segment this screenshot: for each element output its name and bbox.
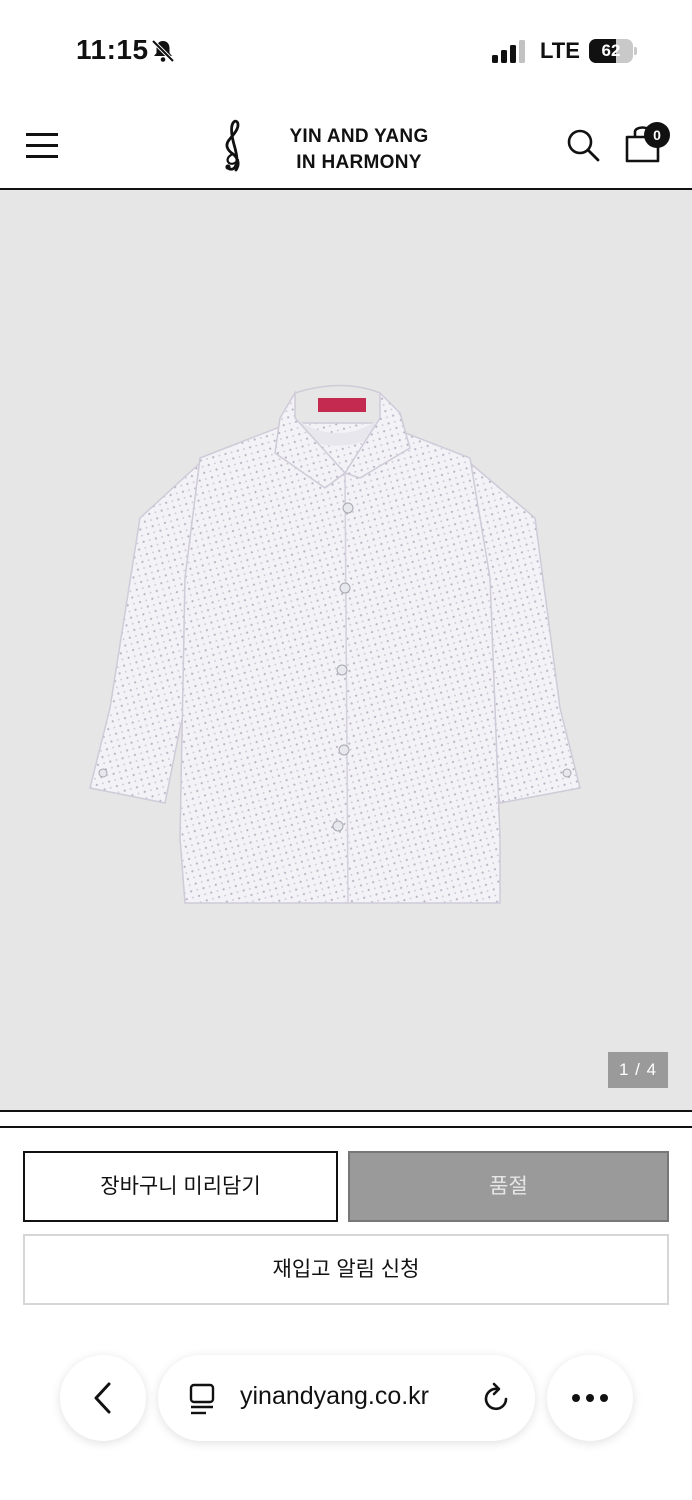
battery-indicator: 62 <box>589 39 637 63</box>
search-icon[interactable] <box>566 128 600 162</box>
add-to-cart-preview-button[interactable]: 장바구니 미리담기 <box>23 1151 338 1222</box>
logo-line-1: YIN AND YANG <box>289 126 429 147</box>
back-button[interactable] <box>60 1355 146 1441</box>
logo-line-2: IN HARMONY <box>296 152 422 173</box>
product-image-gallery[interactable]: 1 / 4 <box>0 190 692 1112</box>
browser-toolbar: yinandyang.co.kr <box>0 1340 692 1500</box>
more-icon <box>572 1394 608 1402</box>
treble-clef-logo-icon <box>225 119 240 172</box>
site-header: YIN AND YANG IN HARMONY 0 <box>0 100 692 190</box>
address-bar[interactable]: yinandyang.co.kr <box>158 1355 535 1441</box>
restock-alert-button[interactable]: 재입고 알림 신청 <box>23 1234 669 1305</box>
logo-text: YIN AND YANG IN HARMONY <box>274 124 444 176</box>
sold-out-button[interactable]: 품절 <box>348 1151 669 1222</box>
battery-level: 62 <box>601 41 621 60</box>
status-bar: 11:15 LTE 62 <box>0 0 692 100</box>
site-logo[interactable]: YIN AND YANG IN HARMONY <box>214 118 444 174</box>
product-shirt-image <box>89 384 581 904</box>
reload-icon[interactable] <box>480 1382 512 1414</box>
cart-count-badge: 0 <box>644 122 670 148</box>
divider <box>0 1126 692 1128</box>
more-options-button[interactable] <box>547 1355 633 1441</box>
back-icon <box>94 1382 111 1414</box>
tab-icon <box>189 1383 215 1415</box>
bell-muted-icon <box>151 39 175 63</box>
url-text: yinandyang.co.kr <box>240 1382 430 1410</box>
status-time: 11:15 <box>76 34 149 65</box>
signal-icon <box>492 40 525 63</box>
network-label: LTE <box>540 38 580 63</box>
menu-icon[interactable] <box>26 133 58 159</box>
image-counter: 1 / 4 <box>608 1052 668 1088</box>
